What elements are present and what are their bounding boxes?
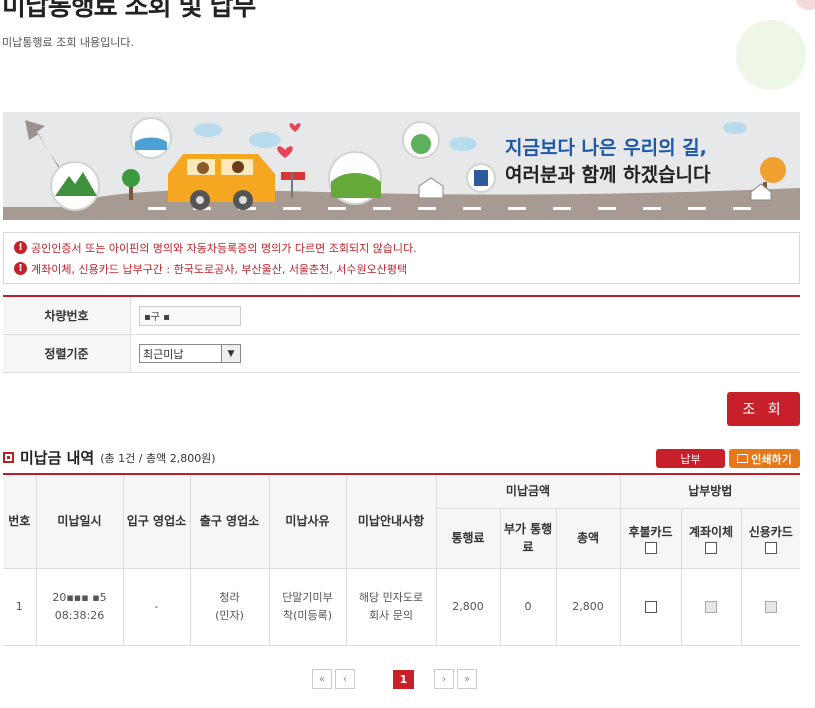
row-toll: 2,800 <box>435 567 501 646</box>
next-page-button[interactable]: › <box>434 669 454 689</box>
row-reason: 단말기미부착(미등록) <box>268 567 347 646</box>
row-credit-cell <box>740 567 801 646</box>
credit-checkbox <box>764 600 777 613</box>
section-bullet-icon <box>3 452 14 463</box>
notice-line: ! 공인인증서 또는 아이핀의 명의와 자동차등록증의 명의가 다르면 조회되지… <box>14 237 789 258</box>
pay-button[interactable]: 납부 <box>656 449 725 468</box>
sort-order-select[interactable]: 최근미납 ▼ <box>139 344 241 363</box>
row-postpaid-cell <box>619 567 682 646</box>
row-no: 1 <box>3 567 37 646</box>
header-reason: 미납사유 <box>268 474 347 569</box>
header-guide: 미납안내사항 <box>345 474 437 569</box>
transfer-checkbox <box>705 600 718 613</box>
select-all-transfer-checkbox[interactable] <box>705 541 718 554</box>
row-transfer-cell <box>680 567 742 646</box>
row-date: 20▪▪▪ ▪5 <box>52 590 107 604</box>
search-form: 차량번호 정렬기준 최근미납 ▼ <box>3 295 800 373</box>
first-page-button[interactable]: « <box>312 669 332 689</box>
header-exit: 출구 영업소 <box>189 474 270 569</box>
notice-text: 계좌이체, 신용카드 납부구간 : 한국도로공사, 부산울산, 서울춘천, 서수… <box>31 262 408 276</box>
select-all-credit-checkbox[interactable] <box>764 541 777 554</box>
sort-order-value: 최근미납 <box>143 347 184 361</box>
warning-icon: ! <box>14 262 27 275</box>
page-title: 미납통행료 조회 및 납부 <box>2 0 256 22</box>
row-exit: 청라 <box>219 590 240 604</box>
print-button-label: 인쇄하기 <box>751 452 792 466</box>
table-row: 1 20▪▪▪ ▪5 08:38:26 - 청라 (민자) 단말기미부착(미등록… <box>3 567 801 646</box>
last-page-button[interactable]: » <box>457 669 477 689</box>
header-toll: 통행료 <box>436 508 501 569</box>
row-entry: - <box>122 567 191 646</box>
header-transfer-label: 계좌이체 <box>688 524 734 539</box>
print-button[interactable]: 인쇄하기 <box>729 449 800 468</box>
form-row-vehicle: 차량번호 <box>3 297 800 335</box>
header-postpaid: 후불카드 <box>619 508 682 569</box>
row-exit-cell: 청라 (민자) <box>189 567 270 646</box>
chevron-down-icon[interactable]: ▼ <box>221 345 240 362</box>
promo-banner: 지금보다 나은 우리의 길, 여러분과 함께 하겠습니다 <box>3 112 800 220</box>
row-extra: 0 <box>499 567 557 646</box>
decoration-circle-green <box>736 20 806 90</box>
banner-headline-1: 지금보다 나은 우리의 길, <box>505 137 707 159</box>
select-all-postpaid-checkbox[interactable] <box>644 541 657 554</box>
header-credit: 신용카드 <box>740 508 801 569</box>
header-no: 번호 <box>3 474 37 569</box>
decoration-circle-pink <box>796 0 815 10</box>
header-extra: 부가 통행료 <box>499 508 557 569</box>
header-date: 미납일시 <box>35 474 124 569</box>
postpaid-checkbox[interactable] <box>644 600 657 613</box>
header-entry: 입구 영업소 <box>122 474 191 569</box>
vehicle-number-input[interactable] <box>139 305 241 326</box>
row-date-cell: 20▪▪▪ ▪5 08:38:26 <box>35 567 124 646</box>
notice-box: ! 공인인증서 또는 아이핀의 명의와 자동차등록증의 명의가 다르면 조회되지… <box>3 232 800 284</box>
pagination: « ‹ 1 › » <box>312 669 480 689</box>
row-guide: 해당 민자도로 회사 문의 <box>345 567 437 646</box>
sort-order-label: 정렬기준 <box>3 335 131 372</box>
current-page[interactable]: 1 <box>393 669 414 689</box>
header-total: 총액 <box>555 508 621 569</box>
banner-headline-2: 여러분과 함께 하겠습니다 <box>505 164 711 186</box>
unpaid-toll-table: 번호 미납일시 입구 영업소 출구 영업소 미납사유 미납안내사항 미납금액 납… <box>3 473 801 646</box>
search-button[interactable]: 조 회 <box>727 392 800 426</box>
row-exit-type: (민자) <box>215 608 244 622</box>
vehicle-number-label: 차량번호 <box>3 297 131 334</box>
warning-icon: ! <box>14 241 27 254</box>
header-pay-group: 납부방법 <box>619 474 801 509</box>
section-summary: (총 1건 / 총액 2,800원) <box>100 451 216 465</box>
notice-text: 공인인증서 또는 아이핀의 명의와 자동차등록증의 명의가 다르면 조회되지 않… <box>31 241 417 255</box>
header-transfer: 계좌이체 <box>680 508 742 569</box>
section-header: 미납금 내역 (총 1건 / 총액 2,800원) <box>3 447 216 468</box>
page-subtitle: 미납통행료 조회 내용입니다. <box>2 36 134 49</box>
section-title: 미납금 내역 <box>20 449 95 467</box>
printer-icon <box>737 454 749 463</box>
header-postpaid-label: 후불카드 <box>628 524 673 539</box>
notice-line: ! 계좌이체, 신용카드 납부구간 : 한국도로공사, 부산울산, 서울춘천, … <box>14 258 789 279</box>
prev-page-button[interactable]: ‹ <box>335 669 355 689</box>
row-time: 08:38:26 <box>54 608 105 622</box>
header-amount-group: 미납금액 <box>435 474 621 509</box>
form-row-sort: 정렬기준 최근미납 ▼ <box>3 335 800 373</box>
header-credit-label: 신용카드 <box>748 524 793 539</box>
row-total: 2,800 <box>555 567 621 646</box>
